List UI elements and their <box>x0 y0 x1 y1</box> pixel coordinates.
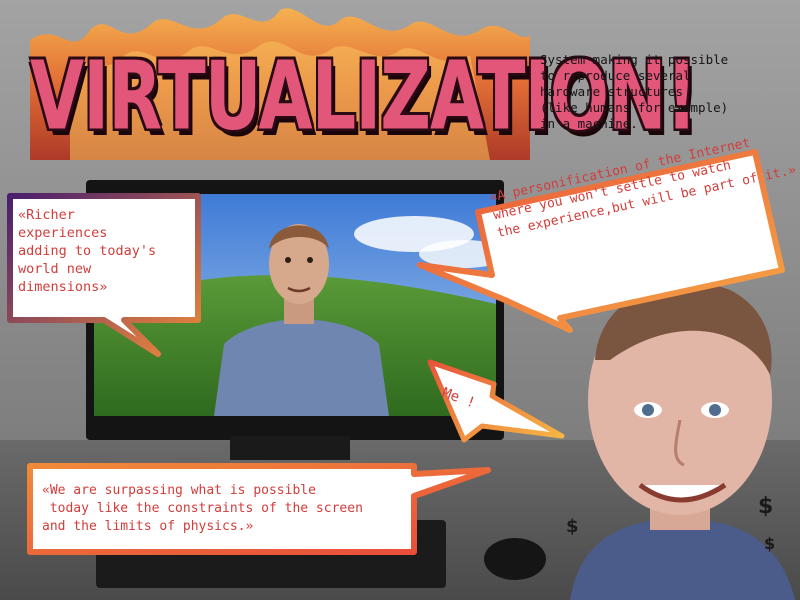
dollar-sign-icon: $ <box>566 516 579 537</box>
bubble-richer-text: «Richer experiences adding to today's wo… <box>18 206 188 296</box>
monitor-stand <box>230 436 350 460</box>
bubble-richer-lines: «Richer experiences adding to today's wo… <box>18 207 157 295</box>
definition-text: System making it possible to reproduce s… <box>540 52 795 132</box>
bubble-surpassing-text: «We are surpassing what is possible toda… <box>42 482 387 536</box>
definition-lines: System making it possible to reproduce s… <box>540 52 729 131</box>
dollar-sign-icon: $ <box>764 534 776 553</box>
bubble-surpassing-lines: «We are surpassing what is possible toda… <box>42 483 363 534</box>
dollar-sign-icon: $ <box>758 494 774 519</box>
